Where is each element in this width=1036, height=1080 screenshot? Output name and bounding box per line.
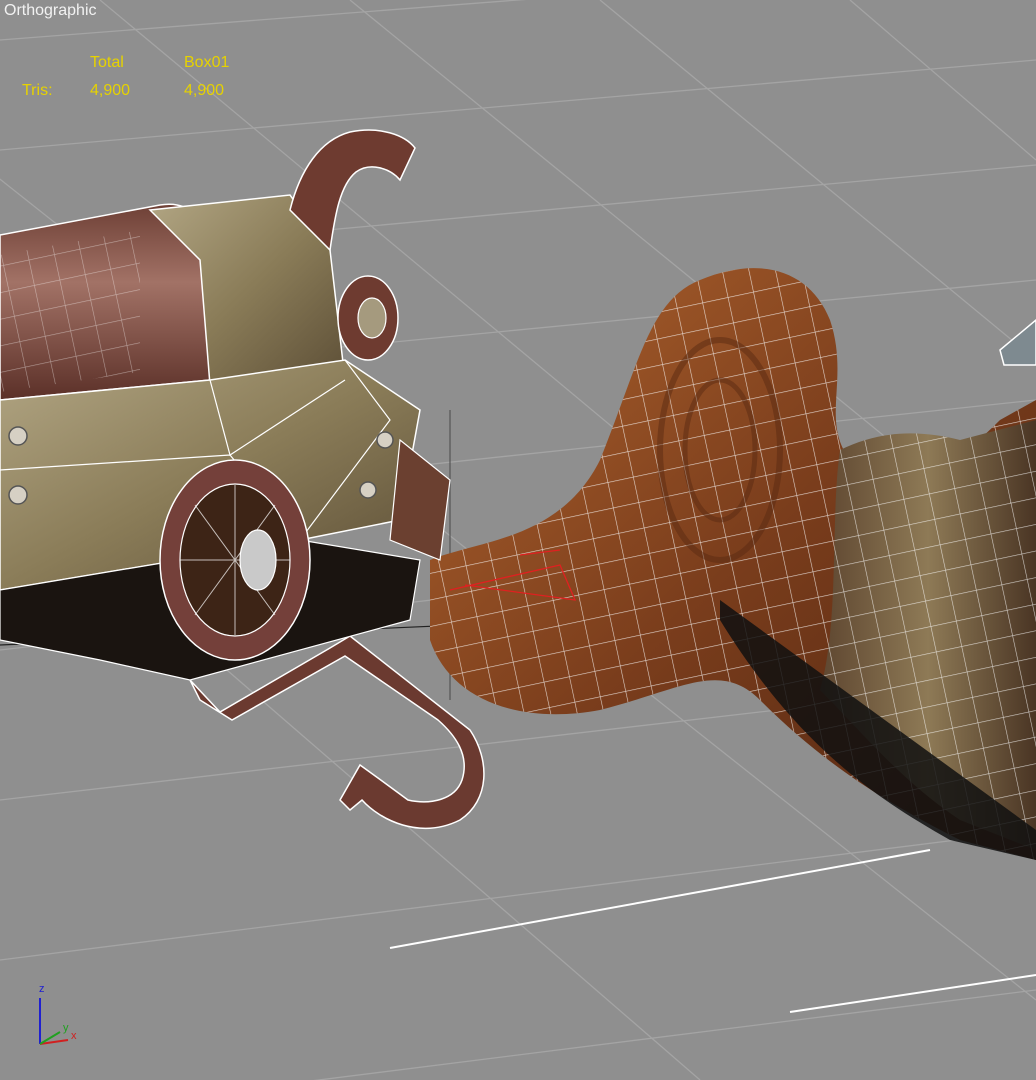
axis-y-label: y (63, 1022, 69, 1034)
axis-z-label: z (39, 983, 45, 995)
stats-row-label: Tris: (22, 82, 53, 99)
stats-object-value: 4,900 (184, 82, 225, 99)
cylinder-drum-mesh[interactable] (159, 459, 311, 661)
stats-col-object: Box01 (184, 54, 230, 71)
stock-tip (999, 319, 1036, 366)
grid-major-lines (389, 849, 1036, 1013)
orthographic-viewport[interactable]: Orthographic Total Box01 Tris: 4,900 4,9… (0, 0, 1036, 1080)
scene-canvas[interactable] (0, 0, 1036, 1080)
axis-x-label: x (71, 1030, 77, 1042)
side-bolt[interactable] (337, 275, 399, 361)
stats-total-value: 4,900 (90, 82, 131, 99)
stats-col-total: Total (90, 54, 124, 71)
axis-tripod: z x y (30, 980, 90, 1050)
viewport-label[interactable]: Orthographic (4, 2, 97, 20)
